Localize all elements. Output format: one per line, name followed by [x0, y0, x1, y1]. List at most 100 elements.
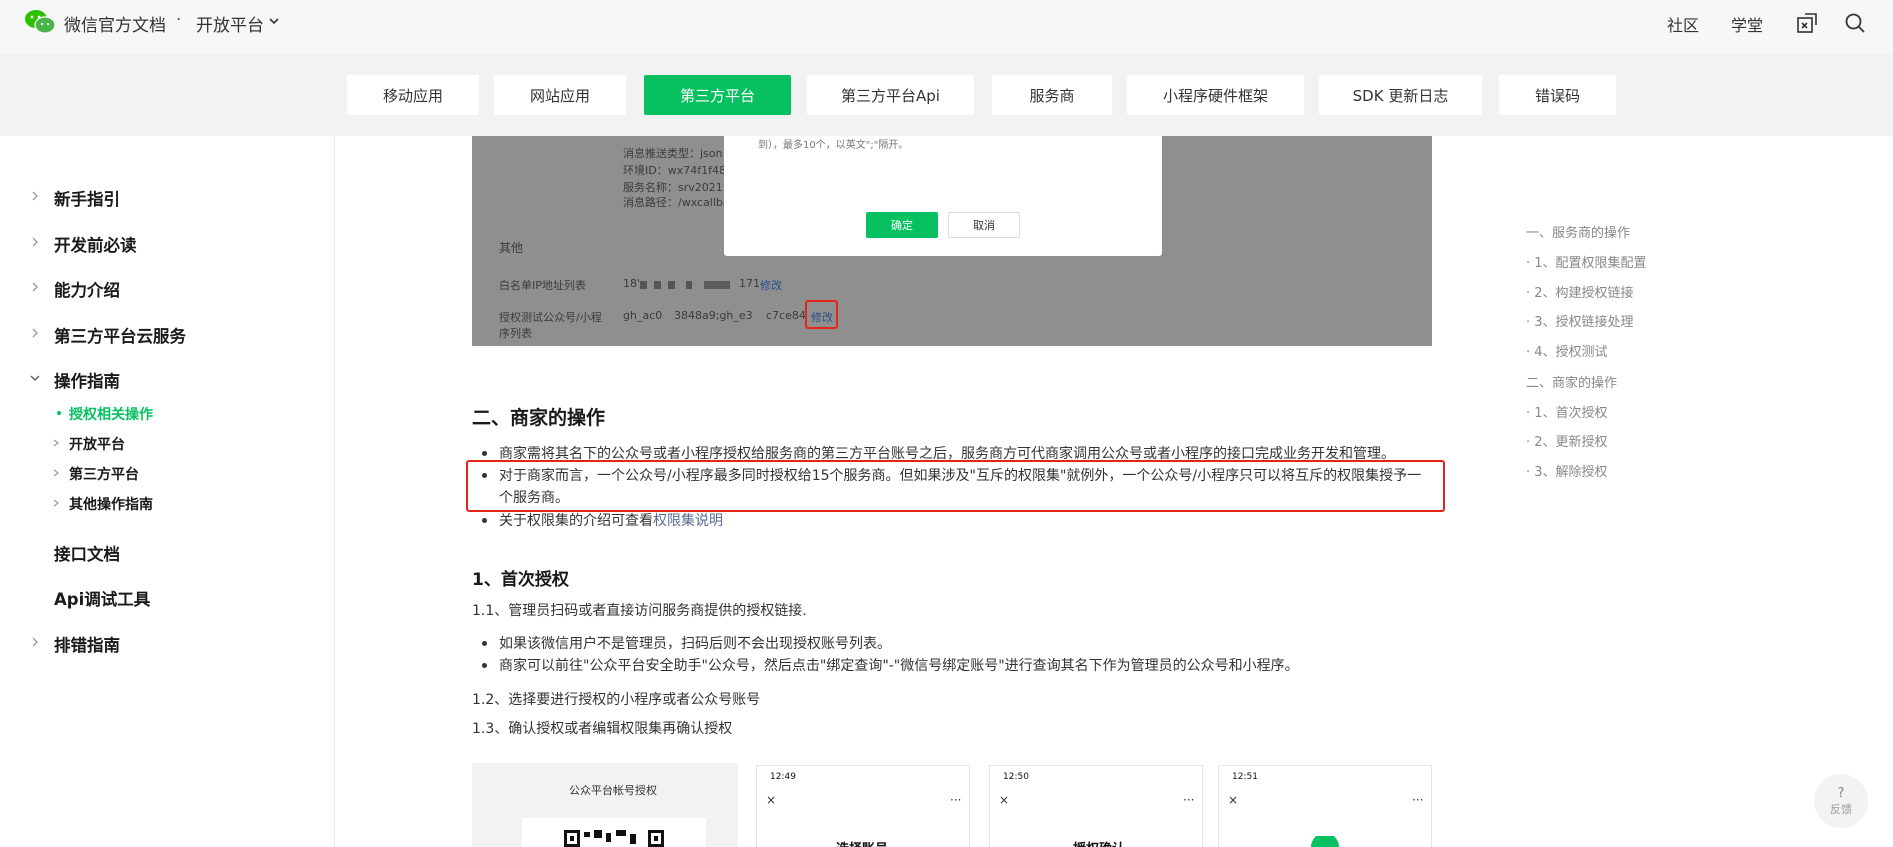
screenshot-cancel-button: 取消	[948, 212, 1020, 238]
qr-code-icon	[564, 830, 664, 847]
screenshot-text: 服务名称：srv202112	[623, 181, 737, 194]
screenshot-test-account-label: 授权测试公众号/小程	[499, 311, 602, 324]
screenshot-text: 环境ID：wx74f1f48f8	[623, 164, 737, 177]
bullet	[482, 518, 487, 523]
product-switcher[interactable]: 开放平台	[196, 11, 264, 36]
screenshot-test-account-label: 序列表	[499, 327, 532, 340]
brand-title[interactable]: 微信官方文档	[64, 11, 166, 36]
more-icon: ···	[1412, 793, 1424, 807]
chevron-right-icon[interactable]	[30, 328, 40, 338]
close-icon: ×	[766, 793, 777, 807]
chevron-right-icon[interactable]	[30, 237, 40, 247]
sidebar-item-cloud-service[interactable]: 第三方平台云服务	[54, 323, 186, 347]
sidebar-divider	[334, 136, 335, 847]
tab-third-party-platform[interactable]: 第三方平台	[644, 75, 791, 115]
community-link[interactable]: 社区	[1667, 12, 1699, 36]
sidebar-subitem-other-guides[interactable]: 其他操作指南	[69, 494, 153, 514]
screenshot-text: 消息路径：/wxcallbac	[623, 196, 736, 209]
more-icon: ···	[950, 793, 962, 807]
list-item: 如果该微信用户不是管理员，扫码后则不会出现授权账号列表。	[499, 636, 891, 652]
toc-item[interactable]: · 4、授权测试	[1526, 341, 1608, 360]
bullet	[482, 451, 487, 456]
active-dot	[57, 411, 61, 415]
phone-time: 12:51	[1232, 772, 1258, 782]
step-text: 1.2、选择要进行授权的小程序或者公众号账号	[472, 692, 761, 708]
sidebar-subitem-third-party[interactable]: 第三方平台	[69, 464, 139, 484]
feedback-button[interactable]: ? 反馈	[1814, 774, 1868, 828]
sidebar-item-must-read[interactable]: 开发前必读	[54, 232, 137, 256]
chevron-right-icon[interactable]	[52, 499, 60, 507]
screenshot-test-account-value: gh_ac0	[623, 309, 663, 322]
sidebar-subitem-open-platform[interactable]: 开放平台	[69, 434, 125, 454]
search-icon[interactable]	[1844, 12, 1866, 34]
toc-item[interactable]: · 2、构建授权链接	[1526, 282, 1634, 301]
phone-title: 选择账号	[836, 838, 888, 847]
phone-time: 12:49	[770, 772, 796, 782]
devtools-icon[interactable]	[1796, 12, 1818, 34]
permission-set-link[interactable]: 权限集说明	[653, 513, 723, 529]
sidebar	[0, 136, 334, 847]
bullet	[482, 663, 487, 668]
screenshot-whitelist-value-tail: 171	[739, 277, 760, 290]
list-item: 商家可以前往"公众平台安全助手"公众号，然后点击"绑定查询"-"微信号绑定账号"…	[499, 658, 1299, 674]
toc-item[interactable]: · 3、解除授权	[1526, 461, 1608, 480]
step-text: 1.3、确认授权或者编辑权限集再确认授权	[472, 721, 733, 737]
highlight-box-modify	[805, 300, 838, 329]
close-icon: ×	[1228, 793, 1239, 807]
sidebar-item-beginner-guide[interactable]: 新手指引	[54, 186, 120, 210]
tab-mobile-app[interactable]: 移动应用	[347, 75, 479, 115]
list-item: 关于权限集的介绍可查看权限集说明	[499, 510, 723, 530]
phone-title: 授权确认	[1073, 838, 1125, 847]
tab-service-provider[interactable]: 服务商	[992, 75, 1112, 115]
tab-sdk-changelog[interactable]: SDK 更新日志	[1319, 75, 1482, 115]
close-icon: ×	[999, 793, 1010, 807]
screenshot-ok-button: 确定	[866, 212, 938, 238]
phone-time: 12:50	[1003, 772, 1029, 782]
screenshot-section-other: 其他	[499, 241, 524, 255]
tab-hardware-framework[interactable]: 小程序硬件框架	[1127, 75, 1304, 115]
feedback-label: 反馈	[1830, 802, 1852, 816]
chevron-down-icon[interactable]	[268, 15, 280, 27]
screenshot-whitelist-label: 白名单IP地址列表	[499, 279, 586, 292]
toc-item[interactable]: · 1、首次授权	[1526, 402, 1608, 421]
toc-item[interactable]: 二、商家的操作	[1526, 372, 1617, 391]
more-icon: ···	[1183, 793, 1195, 807]
highlight-box-exclusive-permission	[466, 460, 1445, 512]
screenshot-test-account-value: 3848a9;gh_e3	[674, 309, 753, 322]
sidebar-item-api-debug-tool[interactable]: Api调试工具	[54, 586, 150, 610]
tab-third-party-api[interactable]: 第三方平台Api	[807, 75, 974, 115]
screenshot-dialog	[724, 136, 1162, 256]
screenshot-test-account-value: c7ce84	[766, 309, 806, 322]
chevron-right-icon[interactable]	[52, 439, 60, 447]
tab-error-codes[interactable]: 错误码	[1499, 75, 1616, 115]
help-icon: ?	[1837, 785, 1845, 801]
toc-item[interactable]: · 2、更新授权	[1526, 431, 1608, 450]
wechat-logo-icon[interactable]	[24, 9, 56, 35]
chevron-right-icon[interactable]	[30, 282, 40, 292]
screenshot-modify-link: 修改	[760, 279, 782, 292]
academy-link[interactable]: 学堂	[1731, 12, 1763, 36]
sidebar-subitem-authorization[interactable]: 授权相关操作	[69, 404, 153, 424]
list-item-text: 关于权限集的介绍可查看	[499, 513, 653, 529]
sidebar-item-operation-guide[interactable]: 操作指南	[54, 368, 120, 392]
screenshot-dialog-note: 到），最多10个，以英文";"隔开。	[758, 140, 909, 151]
toc-item[interactable]: · 3、授权链接处理	[1526, 311, 1634, 330]
chevron-right-icon[interactable]	[52, 469, 60, 477]
sidebar-item-troubleshooting[interactable]: 排错指南	[54, 632, 120, 656]
chevron-right-icon[interactable]	[30, 191, 40, 201]
toc-item[interactable]: · 1、配置权限集配置	[1526, 252, 1647, 271]
screenshot-text: 消息推送类型：json	[623, 147, 723, 160]
qr-panel-title: 公众平台帐号授权	[569, 784, 657, 797]
chevron-right-icon[interactable]	[30, 637, 40, 647]
section-heading: 二、商家的操作	[472, 407, 606, 429]
subsection-heading: 1、首次授权	[472, 570, 569, 590]
qr-card	[522, 818, 706, 847]
sidebar-item-capabilities[interactable]: 能力介绍	[54, 277, 120, 301]
sidebar-item-api-docs[interactable]: 接口文档	[54, 541, 120, 565]
bullet	[482, 641, 487, 646]
top-header: 微信官方文档 · 开放平台 社区 学堂	[0, 0, 1893, 54]
step-text: 1.1、管理员扫码或者直接访问服务商提供的授权链接.	[472, 603, 807, 619]
tab-web-app[interactable]: 网站应用	[494, 75, 626, 115]
chevron-down-icon[interactable]	[30, 373, 40, 383]
toc-item[interactable]: 一、服务商的操作	[1526, 222, 1630, 241]
